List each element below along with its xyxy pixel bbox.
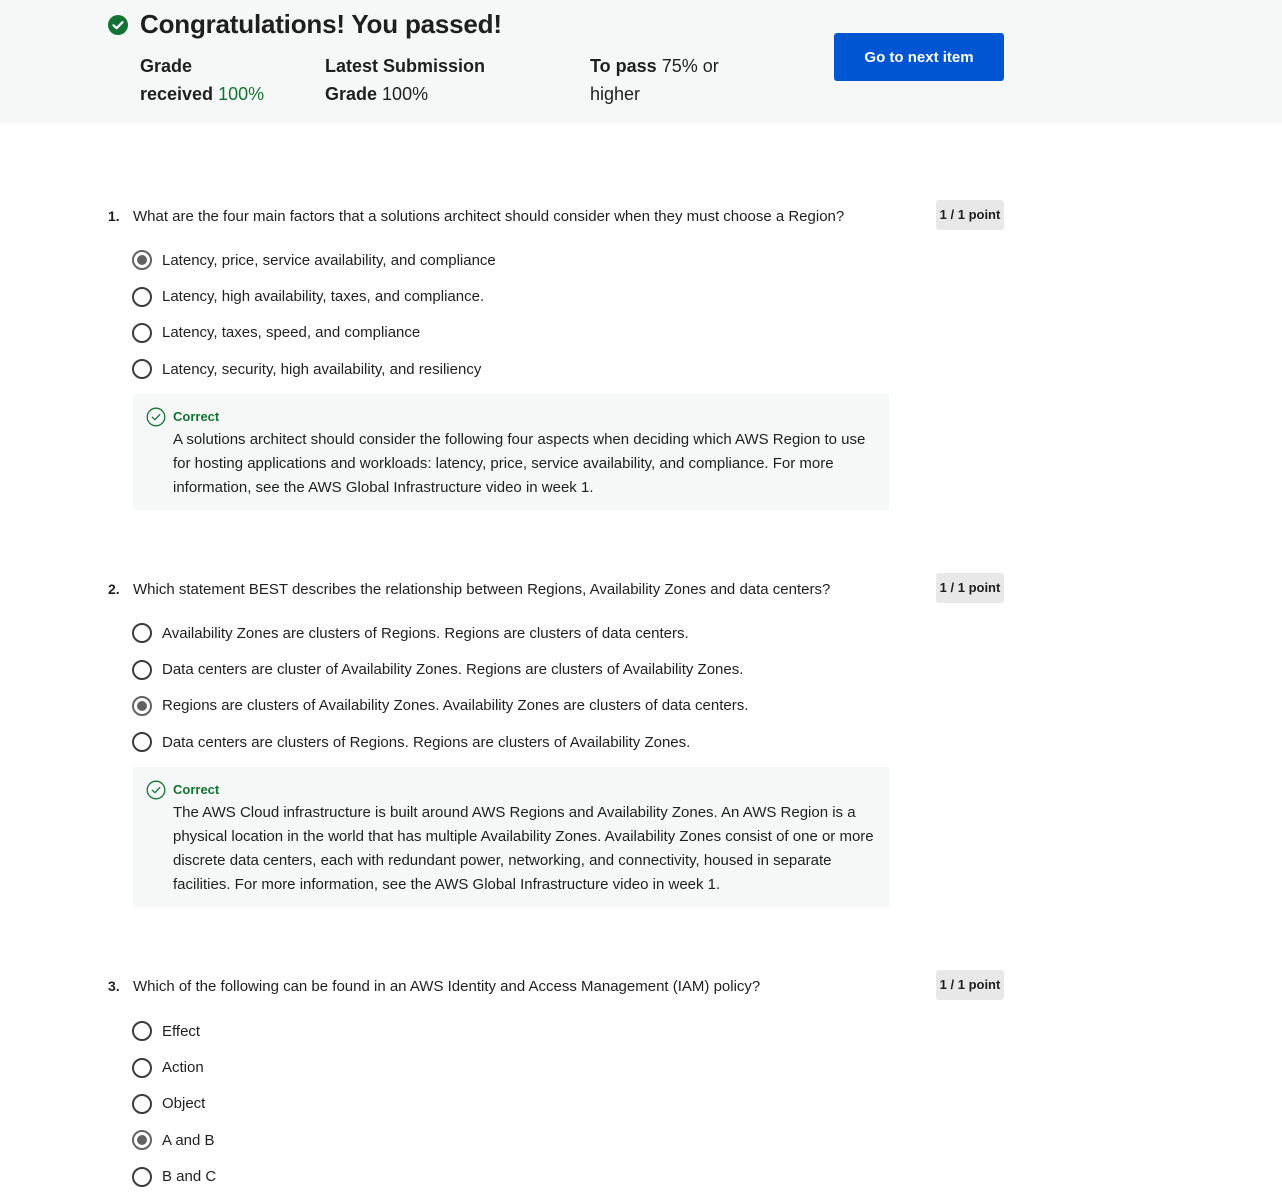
- latest-submission-stat: Latest Submission Grade 100%: [325, 52, 505, 108]
- options-list: Effect Action Object A and B B and C: [132, 1013, 216, 1194]
- radio[interactable]: [132, 1166, 152, 1187]
- option-label: Data centers are cluster of Availability…: [162, 661, 744, 679]
- feedback-title: Correct: [173, 782, 220, 797]
- pass-threshold-stat: To pass 75% or higher: [590, 52, 730, 108]
- question-number: 2.: [108, 581, 120, 597]
- latest-value: 100%: [382, 84, 429, 104]
- feedback-panel: Correct The AWS Cloud infrastructure is …: [133, 767, 889, 907]
- radio[interactable]: [132, 732, 152, 753]
- radio[interactable]: [132, 1093, 152, 1114]
- result-banner: Congratulations! You passed! Grade recei…: [0, 0, 1282, 123]
- check-circle-icon: [108, 15, 128, 35]
- pass-value-2: higher: [590, 84, 641, 104]
- question-text: Which statement BEST describes the relat…: [133, 581, 831, 598]
- go-to-next-item-button[interactable]: Go to next item: [834, 33, 1004, 81]
- pass-label: To pass: [590, 56, 657, 76]
- radio[interactable]: [132, 322, 152, 343]
- question-number: 3.: [108, 978, 120, 994]
- radio[interactable]: [132, 1021, 152, 1042]
- options-list: Availability Zones are clusters of Regio…: [132, 615, 748, 761]
- grade-received-stat: Grade received 100%: [140, 52, 280, 108]
- option-label: Object: [162, 1095, 206, 1113]
- radio-selected[interactable]: [132, 250, 152, 271]
- option[interactable]: Data centers are cluster of Availability…: [132, 651, 748, 687]
- options-list: Latency, price, service availability, an…: [132, 242, 496, 388]
- option[interactable]: Latency, high availability, taxes, and c…: [132, 278, 496, 314]
- option[interactable]: Data centers are clusters of Regions. Re…: [132, 724, 748, 760]
- page-title: Congratulations! You passed!: [140, 9, 502, 39]
- option-label: Latency, taxes, speed, and compliance: [162, 324, 421, 342]
- check-circle-outline-icon: [146, 407, 166, 427]
- option-label: Latency, high availability, taxes, and c…: [162, 288, 485, 306]
- question-number: 1.: [108, 208, 120, 224]
- option[interactable]: Action: [132, 1049, 216, 1085]
- grade-value: 100%: [218, 84, 265, 104]
- option[interactable]: Object: [132, 1086, 216, 1122]
- latest-label: Latest Submission: [325, 56, 486, 76]
- radio[interactable]: [132, 623, 152, 644]
- option[interactable]: Effect: [132, 1013, 216, 1049]
- option[interactable]: Latency, security, high availability, an…: [132, 351, 496, 387]
- option-label: Regions are clusters of Availability Zon…: [162, 697, 749, 715]
- option-label: B and C: [162, 1168, 217, 1186]
- radio-selected[interactable]: [132, 695, 152, 716]
- feedback-text: A solutions architect should consider th…: [173, 431, 866, 496]
- score-badge: 1 / 1 point: [936, 200, 1004, 230]
- option-label: Availability Zones are clusters of Regio…: [162, 624, 689, 642]
- option[interactable]: A and B: [132, 1122, 216, 1158]
- option-label: A and B: [162, 1131, 215, 1149]
- question-text: What are the four main factors that a so…: [133, 208, 845, 225]
- option[interactable]: Regions are clusters of Availability Zon…: [132, 688, 748, 724]
- option[interactable]: Availability Zones are clusters of Regio…: [132, 615, 748, 651]
- pass-value: 75% or: [661, 56, 719, 76]
- option[interactable]: B and C: [132, 1159, 216, 1194]
- radio[interactable]: [132, 1057, 152, 1078]
- check-circle-outline-icon: [146, 780, 166, 800]
- radio-selected[interactable]: [132, 1130, 152, 1151]
- question-text: Which of the following can be found in a…: [133, 978, 761, 995]
- radio[interactable]: [132, 659, 152, 680]
- grade-label: Grade: [140, 56, 193, 76]
- feedback-panel: Correct A solutions architect should con…: [133, 394, 889, 510]
- option[interactable]: Latency, price, service availability, an…: [132, 242, 496, 278]
- radio[interactable]: [132, 359, 152, 380]
- score-badge: 1 / 1 point: [936, 970, 1004, 1000]
- radio[interactable]: [132, 286, 152, 307]
- option-label: Latency, security, high availability, an…: [162, 360, 482, 378]
- grade-label-2: received: [140, 84, 214, 104]
- feedback-title: Correct: [173, 409, 220, 424]
- option-label: Action: [162, 1059, 204, 1077]
- option-label: Effect: [162, 1022, 201, 1040]
- feedback-text: The AWS Cloud infrastructure is built ar…: [173, 804, 874, 893]
- option-label: Latency, price, service availability, an…: [162, 251, 496, 269]
- option-label: Data centers are clusters of Regions. Re…: [162, 733, 691, 751]
- latest-label-2: Grade: [325, 84, 378, 104]
- option[interactable]: Latency, taxes, speed, and compliance: [132, 315, 496, 351]
- score-badge: 1 / 1 point: [936, 573, 1004, 603]
